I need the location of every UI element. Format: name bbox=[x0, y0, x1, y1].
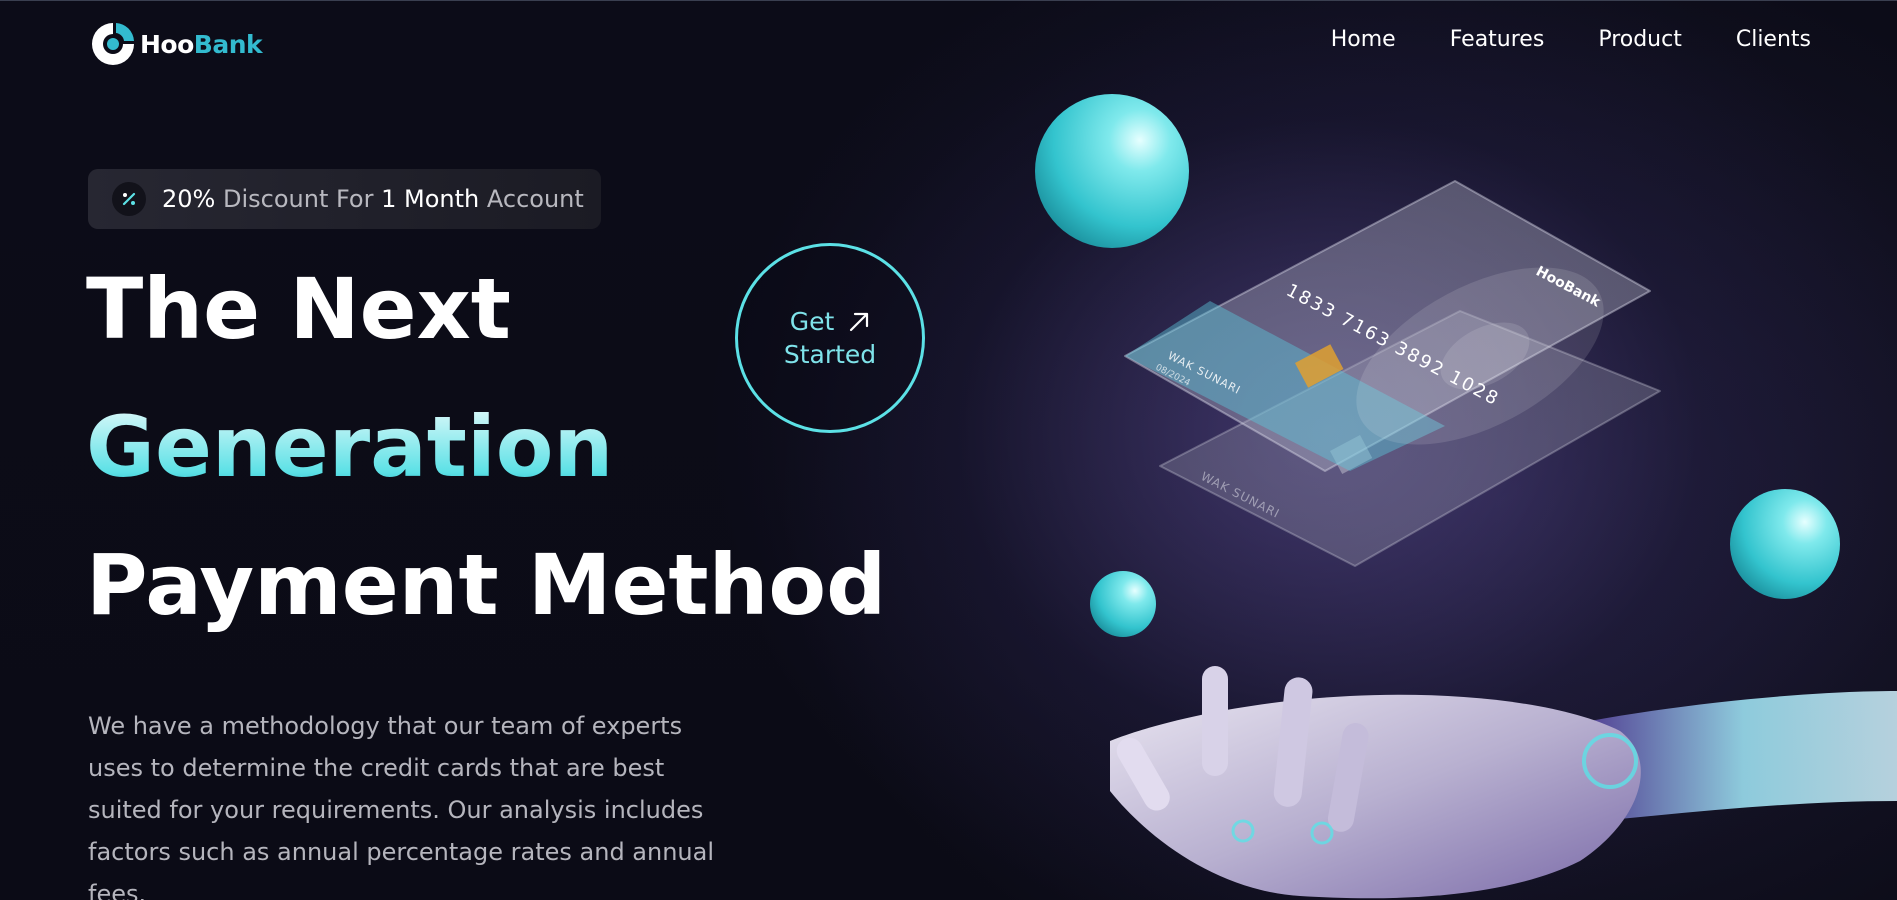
discount-text: 20% Discount For 1 Month Account bbox=[162, 185, 584, 213]
hero-title-line-2: Generation bbox=[86, 398, 614, 496]
brand-name: HooBank bbox=[140, 29, 263, 59]
credit-card-front: 1833 7163 3892 1028 WAK SUNARI 08/2024 H… bbox=[1124, 180, 1651, 472]
main-nav: Home Features Product Clients bbox=[1331, 27, 1811, 52]
logo-icon bbox=[92, 23, 134, 65]
hero-description: We have a methodology that our team of e… bbox=[88, 712, 715, 900]
hero-title-line-3: Payment Method bbox=[86, 536, 887, 634]
sphere-large bbox=[1035, 94, 1189, 248]
sphere-right bbox=[1730, 489, 1840, 599]
discount-banner: 20% Discount For 1 Month Account bbox=[88, 169, 601, 229]
nav-home[interactable]: Home bbox=[1331, 27, 1396, 52]
sphere-small bbox=[1090, 571, 1156, 637]
card-brand: HooBank bbox=[1533, 263, 1603, 310]
get-started-button[interactable]: Get Started bbox=[735, 243, 925, 433]
nav-clients[interactable]: Clients bbox=[1736, 27, 1811, 52]
card-number: 1833 7163 3892 1028 bbox=[1283, 280, 1503, 410]
nav-product[interactable]: Product bbox=[1598, 27, 1682, 52]
back-card-holder: WAK SUNARI bbox=[1199, 469, 1282, 521]
brand-logo[interactable]: HooBank bbox=[90, 21, 263, 67]
percent-icon bbox=[112, 182, 146, 216]
hero-page: HooBank Home Features Product Clients 20… bbox=[0, 0, 1897, 900]
card-expiry: 08/2024 bbox=[1154, 363, 1192, 389]
robot-hand bbox=[1110, 666, 1897, 899]
arrow-up-right-icon bbox=[850, 312, 869, 331]
get-started-label-1: Get bbox=[789, 307, 835, 336]
credit-card-back: WAK SUNARI bbox=[1159, 310, 1661, 567]
get-started-label-2: Started bbox=[783, 340, 877, 369]
hero-title-line-1: The Next bbox=[86, 260, 511, 358]
card-holder: WAK SUNARI bbox=[1166, 349, 1243, 397]
nav-features[interactable]: Features bbox=[1450, 27, 1545, 52]
